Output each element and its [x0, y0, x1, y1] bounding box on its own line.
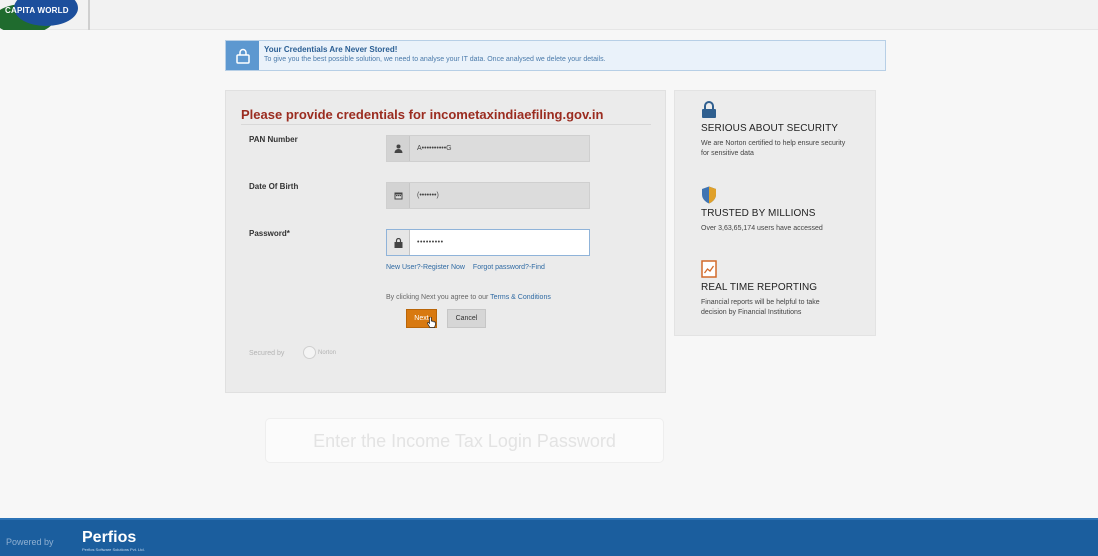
norton-label: Norton: [318, 350, 337, 356]
shield-icon: [702, 186, 716, 204]
topbar-divider: [88, 0, 90, 30]
password-value[interactable]: •••••••••: [410, 230, 589, 255]
trusted-title: TRUSTED BY MILLIONS: [701, 208, 816, 219]
reporting-text: Financial reports will be helpful to tak…: [701, 299, 820, 316]
calendar-icon: [387, 183, 410, 208]
password-prompt-overlay: Enter the Income Tax Login Password: [265, 418, 664, 463]
terms-agreement: By clicking Next you agree to our Terms …: [386, 294, 551, 301]
powered-by-label: Powered by: [6, 537, 54, 547]
date-of-birth-field[interactable]: (•••••••): [386, 182, 590, 209]
account-links: New User?-Register Now Forgot password?-…: [386, 264, 551, 271]
terms-link[interactable]: Terms & Conditions: [490, 294, 551, 301]
pan-number-value[interactable]: A••••••••••G: [410, 136, 589, 161]
trust-panel: SERIOUS ABOUT SECURITY We are Norton cer…: [674, 90, 876, 336]
notice-text: To give you the best possible solution, …: [264, 56, 606, 63]
padlock-icon: [702, 101, 716, 118]
password-label: Password*: [249, 229, 290, 238]
reporting-title: REAL TIME REPORTING: [701, 282, 818, 293]
notice-title: Your Credentials Are Never Stored!: [264, 45, 398, 54]
form-title: Please provide credentials for incometax…: [241, 107, 604, 122]
title-divider: [241, 124, 651, 125]
credentials-form: Please provide credentials for incometax…: [225, 90, 666, 393]
lock-icon: [387, 230, 410, 255]
register-link[interactable]: New User?-Register Now: [386, 264, 465, 271]
footer-bar: Powered by Perfios Perfios Software Solu…: [0, 518, 1098, 556]
notice-lock-icon: [226, 41, 259, 70]
forgot-password-link[interactable]: Forgot password?-Find: [473, 264, 545, 271]
pan-label: PAN Number: [249, 135, 298, 144]
norton-check-icon: [303, 346, 316, 359]
report-icon: [701, 260, 717, 278]
date-of-birth-value[interactable]: (•••••••): [410, 183, 589, 208]
security-title: SERIOUS ABOUT SECURITY: [701, 123, 839, 134]
security-text: We are Norton certified to help ensure s…: [701, 140, 846, 157]
password-field[interactable]: •••••••••: [386, 229, 590, 256]
dob-label: Date Of Birth: [249, 182, 299, 191]
perfios-tagline: Perfios Software Solutions Pvt. Ltd.: [82, 547, 145, 552]
pan-number-field[interactable]: A••••••••••G: [386, 135, 590, 162]
secured-by-label: Secured by: [249, 350, 285, 357]
hand-cursor-icon: [427, 317, 436, 328]
perfios-logo[interactable]: Perfios: [82, 529, 136, 547]
top-bar: CAPITA WORLD: [0, 0, 1098, 30]
agreement-text: By clicking Next you agree to our: [386, 294, 489, 301]
trusted-text: Over 3,63,65,174 users have accessed: [701, 225, 823, 232]
capita-world-logo[interactable]: CAPITA WORLD: [0, 0, 80, 30]
logo-text: CAPITA WORLD: [5, 6, 69, 15]
cancel-button[interactable]: Cancel: [447, 309, 486, 328]
user-icon: [387, 136, 410, 161]
credentials-notice: Your Credentials Are Never Stored! To gi…: [225, 40, 886, 71]
